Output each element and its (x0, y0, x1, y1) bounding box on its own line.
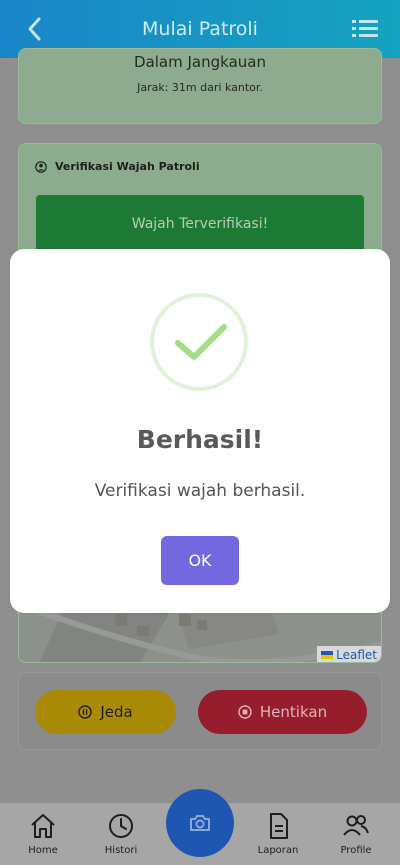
face-card-title: Verifikasi Wajah Patroli (55, 160, 200, 173)
stop-icon (238, 705, 252, 719)
nav-label-home: Home (28, 845, 58, 856)
list-icon[interactable] (352, 18, 378, 40)
nav-label-profile: Profile (340, 845, 372, 856)
pause-button[interactable]: Jeda (35, 690, 176, 734)
range-distance: Jarak: 31m dari kantor. (137, 81, 263, 94)
stop-button[interactable]: Hentikan (198, 690, 367, 734)
camera-icon (190, 815, 210, 831)
chevron-left-icon[interactable] (22, 15, 48, 43)
nav-label-histori: Histori (104, 845, 138, 856)
map-attribution[interactable]: Leaflet (317, 646, 381, 662)
range-status: Dalam Jangkauan (134, 53, 266, 71)
bottom-nav: Home Histori Laporan Profile (0, 789, 400, 865)
map-attribution-label: Leaflet (336, 648, 377, 662)
ok-button[interactable]: OK (161, 536, 239, 585)
nav-item-laporan[interactable]: Laporan (243, 811, 313, 856)
success-dialog: Berhasil! Verifikasi wajah berhasil. OK (10, 249, 390, 613)
patrol-actions-card: Jeda Hentikan (18, 672, 382, 750)
camera-button[interactable] (166, 789, 234, 857)
users-icon (343, 815, 369, 836)
dialog-message: Verifikasi wajah berhasil. (94, 481, 306, 501)
nav-item-home[interactable]: Home (8, 811, 78, 856)
stop-label: Hentikan (259, 703, 328, 721)
home-icon (31, 814, 55, 838)
page-title: Mulai Patroli (142, 18, 258, 40)
nav-item-profile[interactable]: Profile (321, 811, 391, 856)
pause-label: Jeda (100, 703, 133, 721)
checkmark-icon (175, 324, 227, 360)
flag-icon (321, 651, 334, 659)
dialog-title: Berhasil! (136, 425, 264, 454)
document-icon (270, 813, 288, 839)
nav-item-histori[interactable]: Histori (86, 811, 156, 856)
nav-label-laporan: Laporan (257, 845, 299, 856)
user-circle-icon (35, 160, 47, 173)
face-card-heading: Verifikasi Wajah Patroli (35, 160, 200, 173)
range-card: Dalam Jangkauan Jarak: 31m dari kantor. (18, 48, 382, 124)
pause-icon (78, 705, 93, 719)
success-check-icon (150, 293, 248, 391)
clock-icon (109, 814, 133, 838)
